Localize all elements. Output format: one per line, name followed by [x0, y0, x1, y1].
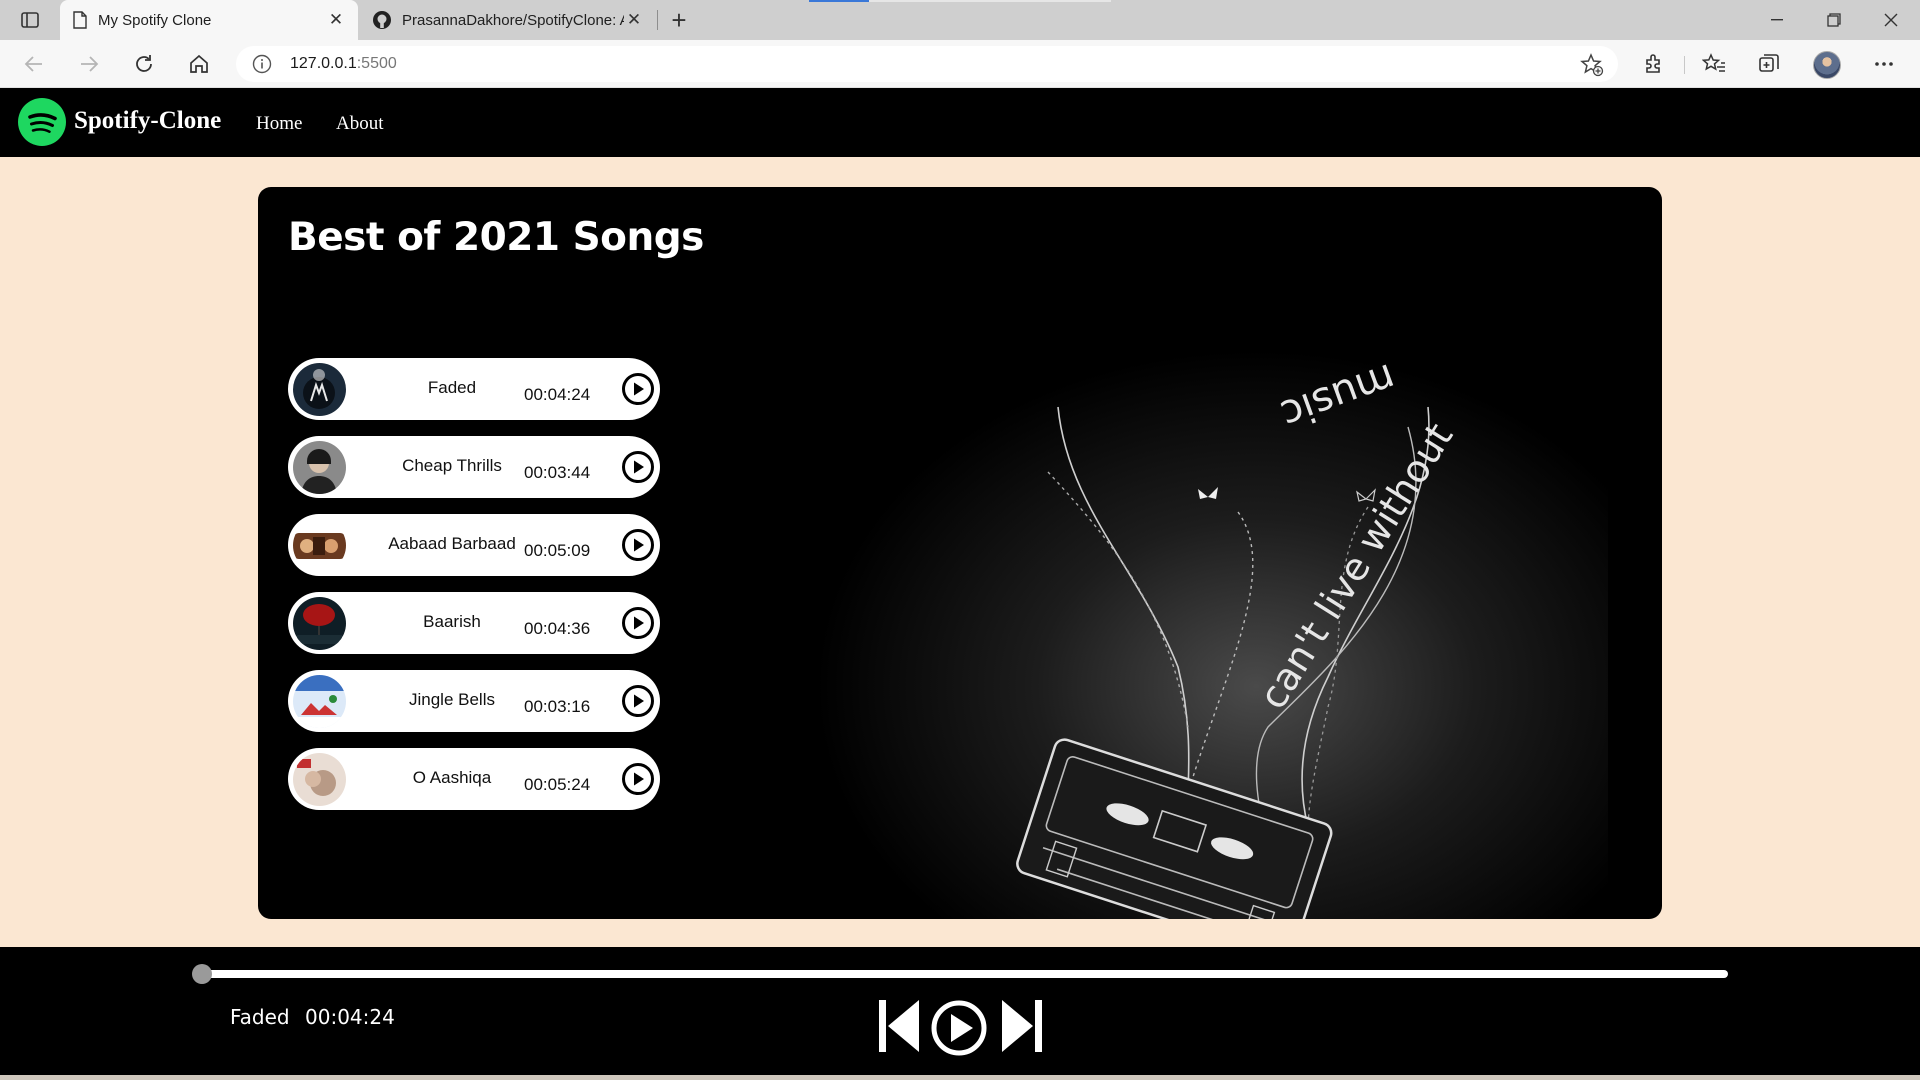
song-cover — [293, 675, 346, 728]
tab-title: My Spotify Clone — [98, 11, 212, 29]
toolbar-divider — [1684, 56, 1685, 74]
tab-separator — [657, 10, 658, 30]
site-info-icon[interactable] — [252, 54, 272, 74]
address-bar[interactable]: 127.0.0.1:5500 — [236, 46, 1618, 82]
favorites-icon[interactable] — [1700, 50, 1728, 78]
minimize-icon[interactable] — [1754, 0, 1800, 40]
song-container: Best of 2021 Songs Faded 00:04:24 Cheap … — [258, 187, 1662, 919]
song-duration: 00:05:24 — [524, 775, 591, 794]
bottom-edge — [0, 1075, 1920, 1080]
song-duration: 00:03:44 — [524, 463, 591, 482]
browser-toolbar: 127.0.0.1:5500 — [0, 40, 1920, 88]
song-item[interactable]: O Aashiqa 00:05:24 — [288, 748, 660, 810]
close-tab-icon[interactable]: ✕ — [326, 10, 346, 30]
play-circle-icon[interactable] — [621, 762, 655, 796]
song-duration: 00:03:16 — [524, 697, 591, 716]
song-cover — [293, 519, 346, 572]
home-icon[interactable] — [182, 48, 216, 80]
more-options-icon[interactable] — [1870, 50, 1898, 78]
close-window-icon[interactable] — [1868, 0, 1914, 40]
now-playing-time: 00:04:24 — [305, 1005, 395, 1029]
progress-bar[interactable] — [200, 970, 1728, 978]
tab-actions-icon[interactable] — [14, 9, 46, 31]
nav-home-link[interactable]: Home — [256, 113, 302, 135]
url-host: 127.0.0.1 — [290, 55, 357, 72]
new-tab-icon[interactable]: + — [665, 5, 693, 35]
next-icon[interactable] — [1000, 999, 1042, 1053]
song-item[interactable]: Baarish 00:04:36 — [288, 592, 660, 654]
song-item[interactable]: Cheap Thrills 00:03:44 — [288, 436, 660, 498]
page-title: Best of 2021 Songs — [288, 215, 704, 260]
play-circle-icon[interactable] — [621, 372, 655, 406]
song-cover — [293, 597, 346, 650]
song-item[interactable]: Faded 00:04:24 — [288, 358, 660, 420]
back-icon[interactable] — [17, 48, 51, 80]
song-cover — [293, 363, 346, 416]
song-cover — [293, 441, 346, 494]
player-bar: Faded 00:04:24 — [0, 947, 1920, 1080]
github-icon — [373, 11, 391, 29]
site-navbar: Spotify-Clone Home About — [0, 88, 1920, 157]
progress-thumb[interactable] — [192, 964, 212, 984]
url-text[interactable]: 127.0.0.1:5500 — [290, 55, 397, 73]
play-circle-icon[interactable] — [621, 606, 655, 640]
loading-indicator — [809, 0, 869, 2]
collections-icon[interactable] — [1755, 50, 1783, 78]
nav-about-link[interactable]: About — [336, 113, 384, 135]
add-favorite-icon[interactable] — [1580, 53, 1604, 77]
song-cover — [293, 753, 346, 806]
tab-my-spotify-clone[interactable]: My Spotify Clone ✕ — [60, 0, 358, 40]
close-tab-icon[interactable]: ✕ — [624, 10, 644, 30]
spotify-logo-icon[interactable] — [18, 98, 66, 146]
forward-icon[interactable] — [72, 48, 106, 80]
tab-github[interactable]: PrasannaDakhore/SpotifyClone: A ✕ — [360, 0, 656, 40]
play-pause-icon[interactable] — [930, 999, 988, 1057]
play-circle-icon[interactable] — [621, 528, 655, 562]
play-circle-icon[interactable] — [621, 684, 655, 718]
previous-icon[interactable] — [879, 999, 921, 1053]
song-item[interactable]: Aabaad Barbaad 00:05:09 — [288, 514, 660, 576]
now-playing-title: Faded — [230, 1005, 290, 1029]
profile-avatar[interactable] — [1813, 51, 1841, 79]
play-circle-icon[interactable] — [621, 450, 655, 484]
refresh-icon[interactable] — [127, 48, 161, 80]
song-item[interactable]: Jingle Bells 00:03:16 — [288, 670, 660, 732]
loading-track — [869, 0, 1111, 2]
brand-name[interactable]: Spotify-Clone — [74, 107, 221, 135]
song-duration: 00:05:09 — [524, 541, 591, 560]
cassette-artwork-image: music can't live without — [808, 307, 1608, 919]
extensions-icon[interactable] — [1640, 50, 1668, 78]
url-port: :5500 — [356, 55, 397, 72]
page-icon — [73, 11, 87, 29]
restore-icon[interactable] — [1811, 0, 1857, 40]
browser-tabstrip: My Spotify Clone ✕ PrasannaDakhore/Spoti… — [0, 0, 1920, 40]
song-duration: 00:04:36 — [524, 619, 591, 638]
song-duration: 00:04:24 — [524, 385, 591, 404]
tab-title: PrasannaDakhore/SpotifyClone: A — [402, 11, 624, 29]
